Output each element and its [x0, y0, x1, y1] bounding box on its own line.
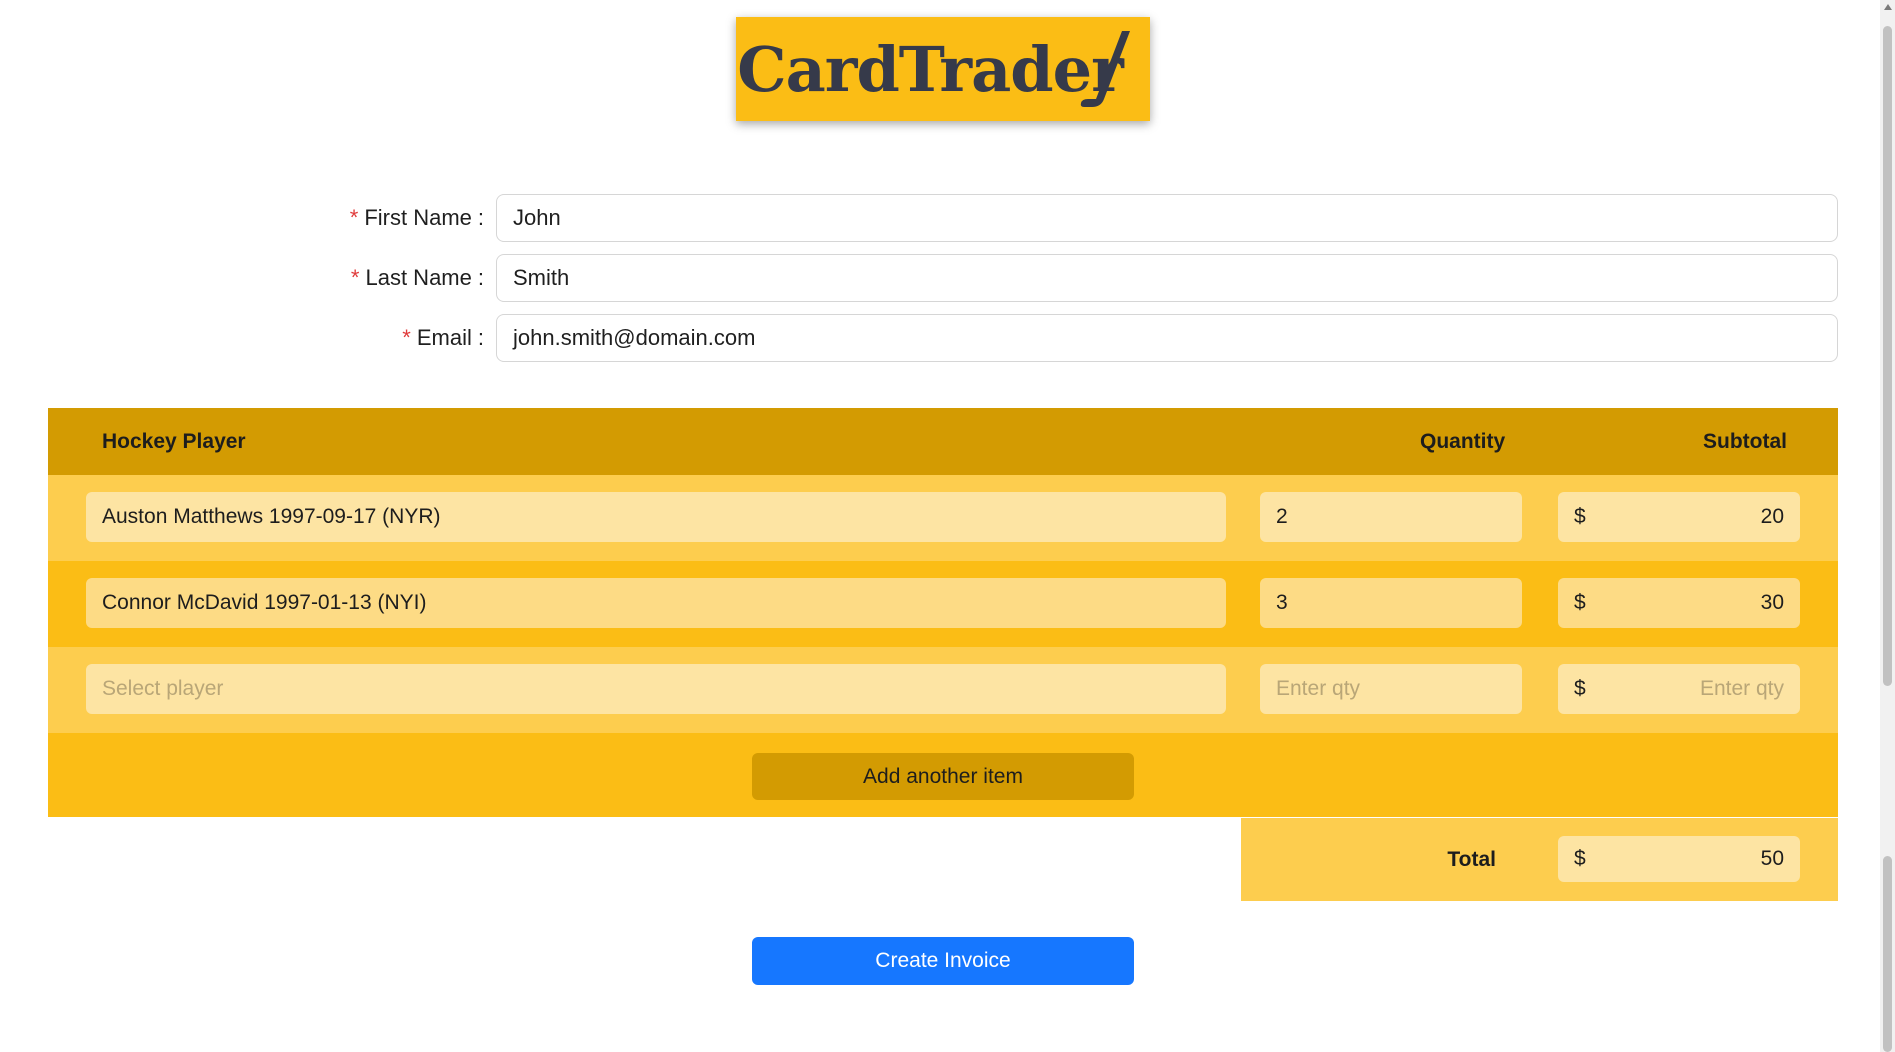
first-name-label: * First Name : — [350, 194, 484, 242]
email-value: john.smith@domain.com — [513, 325, 756, 350]
player-value: Auston Matthews 1997-09-17 (NYR) — [102, 505, 441, 528]
table-header: Hockey Player Quantity Subtotal — [48, 408, 1838, 475]
add-another-item-button[interactable]: Add another item — [752, 753, 1134, 800]
total-section: Total $ 50 — [1241, 818, 1838, 901]
last-name-label: * Last Name : — [351, 254, 484, 302]
required-marker: * — [402, 325, 411, 350]
subtotal-field: $ Enter qty — [1558, 664, 1800, 714]
total-label: Total — [1447, 847, 1496, 871]
currency-symbol: $ — [1574, 847, 1586, 870]
vertical-scrollbar[interactable] — [1880, 0, 1895, 1052]
cardtrader-logo: CardTrader — [736, 17, 1150, 121]
header-quantity: Quantity — [1420, 429, 1506, 453]
quantity-value: 3 — [1276, 591, 1288, 614]
currency-symbol: $ — [1574, 677, 1586, 700]
subtotal-value: 20 — [1760, 505, 1784, 528]
last-name-row: * Last Name : Smith — [0, 254, 1880, 302]
player-placeholder: Select player — [102, 677, 224, 700]
last-name-input[interactable]: Smith — [496, 254, 1838, 302]
currency-symbol: $ — [1574, 505, 1586, 528]
first-name-value: John — [513, 205, 561, 230]
player-select[interactable]: Select player — [86, 664, 1226, 714]
email-label-text: Email — [416, 325, 472, 350]
last-name-value: Smith — [513, 265, 570, 290]
add-item-row: Add another item — [48, 733, 1838, 817]
player-value: Connor McDavid 1997-01-13 (NYI) — [102, 591, 427, 614]
first-name-input[interactable]: John — [496, 194, 1838, 242]
email-label: * Email : — [402, 314, 484, 362]
create-invoice-button[interactable]: Create Invoice — [752, 937, 1134, 985]
first-name-label-text: First Name — [364, 205, 472, 230]
subtotal-placeholder: Enter qty — [1699, 677, 1784, 700]
player-select[interactable]: Connor McDavid 1997-01-13 (NYI) — [86, 578, 1226, 628]
quantity-input[interactable]: 3 — [1260, 578, 1522, 628]
label-colon: : — [477, 265, 484, 290]
scrollbar-thumb[interactable] — [1883, 26, 1892, 686]
quantity-placeholder: Enter qty — [1276, 677, 1361, 700]
currency-symbol: $ — [1574, 591, 1586, 614]
last-name-label-text: Last Name — [365, 265, 472, 290]
quantity-input[interactable]: 2 — [1260, 492, 1522, 542]
label-colon: : — [477, 325, 484, 350]
scrollbar-thumb-lower[interactable] — [1883, 856, 1892, 1052]
invoice-page: CardTrader * First Name : John * Last Na… — [0, 0, 1880, 1052]
table-row: Auston Matthews 1997-09-17 (NYR) 2 $ 20 — [48, 475, 1838, 561]
quantity-input[interactable]: Enter qty — [1260, 664, 1522, 714]
total-value: 50 — [1760, 847, 1784, 870]
scroll-up-arrow-icon[interactable] — [1884, 4, 1892, 10]
subtotal-field: $ 20 — [1558, 492, 1800, 542]
required-marker: * — [349, 205, 359, 230]
email-row: * Email : john.smith@domain.com — [0, 314, 1880, 362]
required-marker: * — [350, 265, 360, 290]
total-field: $ 50 — [1558, 836, 1800, 882]
table-row-empty: Select player Enter qty $ Enter qty — [48, 647, 1838, 733]
first-name-row: * First Name : John — [0, 194, 1880, 242]
subtotal-field: $ 30 — [1558, 578, 1800, 628]
quantity-value: 2 — [1276, 505, 1288, 528]
header-hockey-player: Hockey Player — [102, 429, 246, 453]
hockey-stick-icon — [1080, 31, 1130, 107]
email-input[interactable]: john.smith@domain.com — [496, 314, 1838, 362]
player-select[interactable]: Auston Matthews 1997-09-17 (NYR) — [86, 492, 1226, 542]
items-table: Hockey Player Quantity Subtotal Auston M… — [48, 408, 1838, 817]
header-subtotal: Subtotal — [1703, 429, 1787, 453]
label-colon: : — [477, 205, 484, 230]
subtotal-value: 30 — [1760, 591, 1784, 614]
logo-text: CardTrader — [737, 32, 1123, 106]
table-row: Connor McDavid 1997-01-13 (NYI) 3 $ 30 — [48, 561, 1838, 647]
